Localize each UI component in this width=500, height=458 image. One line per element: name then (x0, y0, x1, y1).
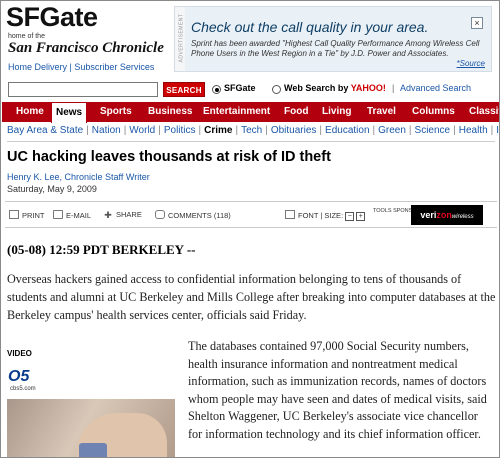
subnav-nation[interactable]: Nation (92, 125, 121, 136)
advanced-search-link[interactable]: Advanced Search (400, 83, 471, 93)
yahoo-logo: YAHOO! (350, 83, 386, 93)
main-nav: Home News Sports Business Entertainment … (2, 102, 499, 123)
printer-icon (9, 210, 19, 219)
header-link-separator: | (69, 62, 72, 72)
ad-body-text: Sprint has been awarded "Highest Call Qu… (191, 39, 480, 58)
font-icon (285, 210, 295, 219)
font-decrease-button[interactable]: − (345, 212, 355, 221)
web-search-radio-label: Web Search by YAHOO! (284, 83, 386, 93)
nav-business[interactable]: Business (148, 102, 192, 122)
nav-travel[interactable]: Travel (367, 102, 396, 122)
envelope-icon (53, 210, 63, 219)
article-author[interactable]: Henry K. Lee, Chronicle Staff Writer (7, 172, 150, 182)
article-lead-paragraph: Overseas hackers gained access to confid… (7, 272, 496, 322)
font-size-control: FONT | SIZE: − + (285, 210, 366, 221)
email-button[interactable]: E-MAIL (53, 210, 91, 220)
font-increase-button[interactable]: + (356, 212, 366, 221)
search-input[interactable] (8, 82, 158, 97)
subscriber-services-link[interactable]: Subscriber Services (74, 62, 154, 72)
nav-sports[interactable]: Sports (100, 102, 132, 122)
subnav-divider (7, 141, 495, 142)
article-body-paragraph: The databases contained 97,000 Social Se… (188, 339, 487, 441)
share-icon: ✚ (103, 210, 113, 220)
nav-news[interactable]: News (51, 102, 88, 123)
sprint-ad-banner[interactable]: ADVERTISEMENT Check out the call quality… (174, 6, 492, 72)
speech-bubble-icon (155, 210, 165, 219)
web-search-radio[interactable] (272, 85, 281, 94)
web-search-text: Web Search by (284, 83, 349, 93)
home-delivery-link[interactable]: Home Delivery (8, 62, 67, 72)
nav-classifieds[interactable]: Classif (469, 102, 499, 122)
article-date: Saturday, May 9, 2009 (7, 184, 97, 194)
home-of-text: home of the (8, 33, 45, 40)
article-dateline: (05-08) 12:59 PDT BERKELEY -- (7, 242, 196, 257)
search-button[interactable]: SEARCH (163, 82, 205, 97)
subnav-crime[interactable]: Crime (204, 125, 232, 136)
ad-source-link[interactable]: *Source (457, 59, 485, 68)
subnav-science[interactable]: Science (415, 125, 451, 136)
comments-button[interactable]: COMMENTS (118) (155, 210, 231, 220)
video-label: VIDEO (7, 349, 32, 358)
subnav-politics[interactable]: Politics (164, 125, 196, 136)
nav-living[interactable]: Living (322, 102, 351, 122)
subnav-world[interactable]: World (129, 125, 155, 136)
sub-nav: Bay Area & State | Nation | World | Politics | C… (7, 125, 499, 136)
nav-columns[interactable]: Columns (412, 102, 455, 122)
sfgate-logo[interactable]: SFGate (6, 2, 98, 33)
subnav-obituaries[interactable]: Obituaries (271, 125, 317, 136)
video-thumbnail[interactable] (7, 399, 175, 457)
page-frame: SFGate home of the San Francisco Chronic… (0, 0, 500, 458)
cbs5-logo[interactable]: O5 cbs5.com (8, 368, 40, 392)
sfgate-radio-label: SFGate (224, 83, 256, 93)
subnav-bay-area[interactable]: Bay Area & State (7, 125, 83, 136)
ad-vertical-label: ADVERTISEMENT (175, 7, 185, 71)
subnav-health[interactable]: Health (459, 125, 488, 136)
sfgate-logo-block[interactable]: SFGate home of the San Francisco Chronic… (6, 2, 166, 76)
ad-headline[interactable]: Check out the call quality in your area. (191, 19, 428, 35)
subnav-education[interactable]: Education (325, 125, 369, 136)
article-title: UC hacking leaves thousands at risk of I… (7, 149, 331, 165)
chronicle-logo[interactable]: San Francisco Chronicle (8, 40, 164, 57)
print-button[interactable]: PRINT (9, 210, 45, 220)
share-button[interactable]: ✚ SHARE (103, 210, 142, 220)
ad-close-icon[interactable]: × (471, 17, 483, 29)
search-bar: SEARCH SFGate Web Search by YAHOO! | Adv… (2, 79, 499, 101)
nav-home[interactable]: Home (16, 102, 44, 122)
subnav-green[interactable]: Green (378, 125, 406, 136)
verizon-logo[interactable]: verizonwireless (411, 205, 483, 225)
play-icon[interactable] (79, 443, 107, 457)
article-tools: PRINT E-MAIL ✚ SHARE COMMENTS (118) FONT … (5, 201, 497, 228)
search-separator: | (392, 83, 395, 93)
header-links: Home Delivery | Subscriber Services (8, 62, 154, 72)
nav-food[interactable]: Food (284, 102, 308, 122)
subnav-is[interactable]: Is (496, 125, 499, 136)
subnav-tech[interactable]: Tech (241, 125, 262, 136)
sfgate-radio[interactable] (212, 85, 221, 94)
nav-entertainment[interactable]: Entertainment (203, 102, 270, 122)
site-header: SFGate home of the San Francisco Chronic… (2, 2, 499, 78)
